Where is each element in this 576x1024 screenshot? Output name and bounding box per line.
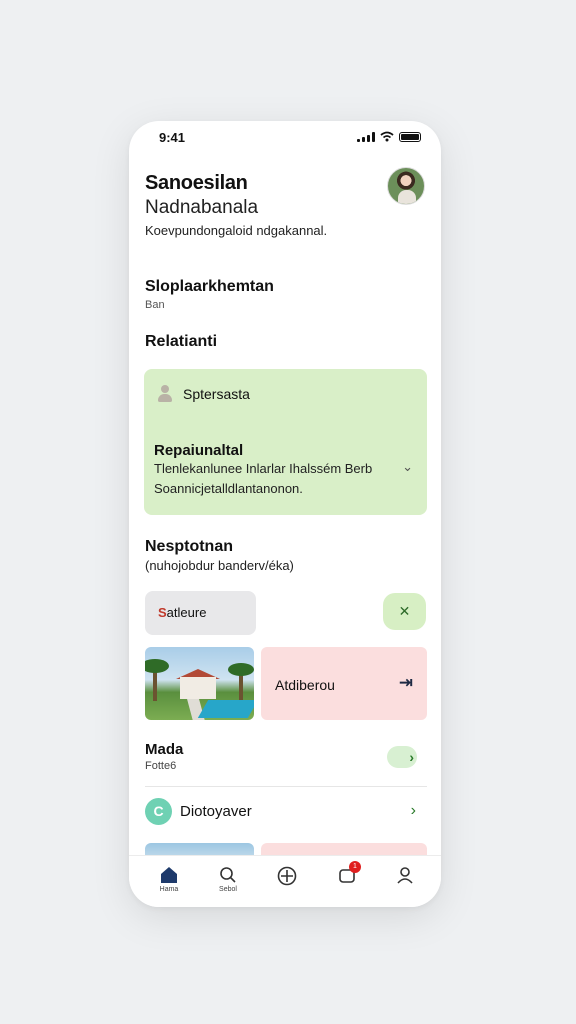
section-two-title: Relatianti — [145, 333, 218, 350]
page-subtitle: Nadnabanala — [145, 197, 259, 218]
status-icons — [357, 131, 421, 142]
user-icon — [156, 383, 174, 403]
card-text-line-2: Soannicjetalldlantanonon. — [154, 481, 303, 496]
status-time: 9:41 — [159, 130, 186, 145]
tab-bar: Hama Sebol 1 — [129, 855, 441, 907]
notification-badge: 1 — [349, 861, 361, 873]
pill-label: atleure — [166, 605, 207, 620]
tab-home-label: Hama — [159, 886, 179, 893]
chevron-right-icon[interactable]: › — [411, 802, 416, 820]
card-user-name: Sptersasta — [183, 386, 250, 402]
close-button[interactable]: ✕ — [383, 593, 426, 630]
card-text-line-1: Tlenlekanlunee Inlarlar Ihalssém Berb — [154, 461, 373, 476]
status-bar: 9:41 — [129, 121, 441, 155]
row-one-chevron-button[interactable]: › — [387, 746, 417, 768]
tab-bag[interactable]: 1 — [327, 856, 367, 907]
battery-icon — [399, 131, 421, 142]
row-two-icon: C — [145, 798, 172, 825]
tab-search[interactable]: Sebol — [208, 856, 248, 907]
phone-frame: 9:41 Sanoesilan Nadnabanala Koevpundonga… — [129, 121, 441, 907]
home-icon — [161, 867, 177, 883]
feature-card[interactable]: Sptersasta Repaiunaltal Tlenlekanlunee I… — [144, 369, 427, 515]
tab-profile[interactable] — [385, 856, 425, 907]
section-three-title: Nesptotnan — [145, 538, 233, 555]
add-icon — [277, 866, 297, 886]
avatar[interactable] — [387, 167, 425, 205]
profile-icon — [397, 867, 413, 884]
filter-pill[interactable]: Satleure — [145, 591, 256, 635]
signal-icon — [357, 131, 375, 142]
arrow-right-icon: ⇥ — [398, 673, 413, 692]
divider — [145, 786, 427, 787]
chevron-down-icon[interactable]: ⌄ — [402, 459, 413, 475]
tab-add[interactable] — [267, 856, 307, 907]
section-one-title: Sloplaarkhemtan — [145, 278, 274, 295]
row-two-title[interactable]: Diotoyaver — [180, 803, 252, 820]
section-one-subtitle: Ban — [145, 299, 165, 311]
wifi-icon — [380, 131, 394, 142]
villa-photo[interactable] — [145, 647, 254, 720]
page-description: Koevpundongaloid ndgakannal. — [145, 223, 328, 238]
section-three-subtitle: (nuhojobdur banderv/éka) — [145, 558, 294, 573]
row-one-title: Mada — [145, 741, 184, 758]
row-one-subtitle: Fotte6 — [145, 760, 177, 772]
pill-initial: S — [158, 605, 167, 620]
search-icon — [220, 867, 236, 883]
tab-search-label: Sebol — [219, 886, 237, 893]
action-card-label: Atdiberou — [275, 677, 335, 693]
card-title: Repaiunaltal — [154, 442, 244, 459]
page-title: Sanoesilan — [145, 172, 248, 194]
tab-home[interactable]: Hama — [149, 856, 189, 907]
action-card[interactable]: Atdiberou ⇥ — [261, 647, 427, 720]
